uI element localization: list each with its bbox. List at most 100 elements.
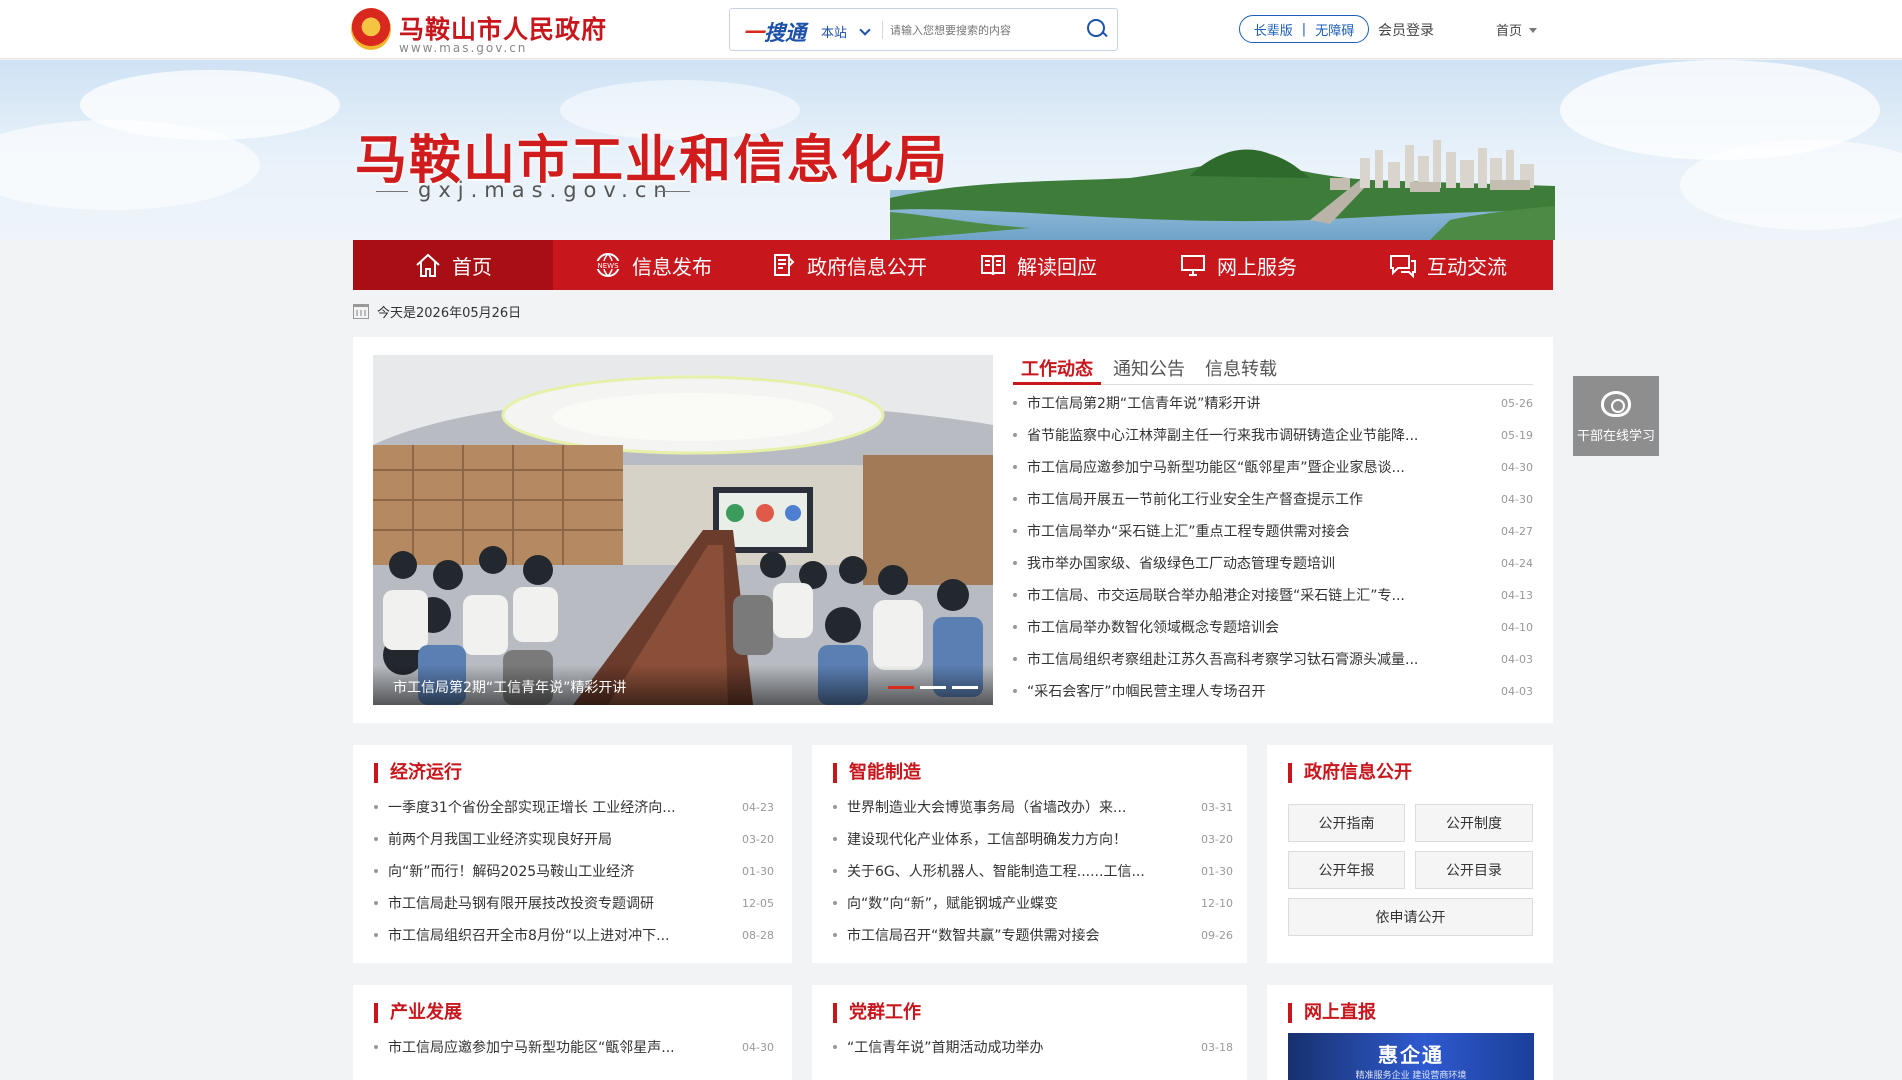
home-icon bbox=[416, 253, 440, 277]
tab-reprints[interactable]: 信息转载 bbox=[1197, 351, 1285, 385]
slider-dot[interactable] bbox=[920, 686, 946, 689]
today-date: 今天是2026年05月26日 bbox=[377, 306, 522, 321]
calendar-icon bbox=[353, 304, 369, 319]
list-item[interactable]: 市工信局应邀参加宁马新型功能区“甑邻星声”暨企业家恳谈... 04-30 bbox=[1013, 451, 1533, 483]
learning-icon bbox=[1601, 391, 1631, 417]
member-login-link[interactable]: 会员登录 bbox=[1378, 20, 1434, 40]
list-item[interactable]: 一季度31个省份全部实现正增长 工业经济向... 04-23 bbox=[374, 791, 774, 823]
chevron-down-icon bbox=[859, 24, 871, 36]
panel-title[interactable]: 智能制造 bbox=[833, 763, 921, 783]
search-scope-select[interactable]: 本站 bbox=[821, 22, 871, 41]
nav-item-interpretation[interactable]: 解读回应 bbox=[943, 240, 1133, 290]
open-system-button[interactable]: 公开制度 bbox=[1415, 804, 1533, 842]
list-item[interactable]: 市工信局组织召开全市8月份“以上进对冲下... 08-28 bbox=[374, 919, 774, 951]
search-brand-logo: 一搜通 bbox=[743, 21, 806, 45]
economy-list: 一季度31个省份全部实现正增长 工业经济向... 04-23 前两个月我国工业经济… bbox=[374, 791, 774, 951]
list-item[interactable]: 市工信局应邀参加宁马新型功能区“甑邻星声... 04-30 bbox=[374, 1031, 774, 1063]
industry-list: 市工信局应邀参加宁马新型功能区“甑邻星声... 04-30 bbox=[374, 1031, 774, 1063]
slider-dot[interactable] bbox=[888, 686, 914, 689]
panel-title[interactable]: 网上直报 bbox=[1288, 1003, 1376, 1023]
department-url: gxj.mas.gov.cn bbox=[418, 178, 674, 202]
list-item[interactable]: 市工信局召开“数智共赢”专题供需对接会 09-26 bbox=[833, 919, 1233, 951]
panel-title[interactable]: 产业发展 bbox=[374, 1003, 462, 1023]
site-url: www.mas.gov.cn bbox=[399, 41, 528, 55]
nav-item-online-service[interactable]: 网上服务 bbox=[1133, 240, 1343, 290]
gov-info-open-panel: 政府信息公开 公开指南 公开制度 公开年报 公开目录 依申请公开 bbox=[1267, 745, 1553, 963]
elder-mode-link[interactable]: 长辈版 bbox=[1254, 20, 1293, 39]
party-work-panel: 党群工作 “工信青年说”首期活动成功举办 03-18 bbox=[812, 985, 1247, 1080]
main-nav: 首页 NEWS 信息发布 政府信息公开 解读回应 网上服务 互动交流 bbox=[353, 240, 1553, 290]
list-item[interactable]: 市工信局、市交运局联合举办船港企对接暨“采石链上汇”专... 04-13 bbox=[1013, 579, 1533, 611]
panel-title[interactable]: 政府信息公开 bbox=[1288, 763, 1412, 783]
list-item[interactable]: 向“新”而行！解码2025马鞍山工业经济 01-30 bbox=[374, 855, 774, 887]
list-item[interactable]: 市工信局赴马钢有限开展技改投资专题调研 12-05 bbox=[374, 887, 774, 919]
apply-disclosure-button[interactable]: 依申请公开 bbox=[1288, 898, 1533, 936]
news-slider[interactable]: 市工信局第2期“工信青年说”精彩开讲 bbox=[373, 355, 993, 705]
list-item[interactable]: “工信青年说”首期活动成功举办 03-18 bbox=[833, 1031, 1233, 1063]
site-logo[interactable]: 马鞍山市人民政府 www.mas.gov.cn bbox=[351, 8, 606, 55]
slider-dots bbox=[888, 686, 978, 689]
accessibility-link[interactable]: 无障碍 bbox=[1315, 20, 1354, 39]
online-report-panel: 网上直报 惠企通 精准服务企业 建设营商环境 bbox=[1267, 985, 1553, 1080]
list-item[interactable]: 市工信局举办“采石链上汇”重点工程专题供需对接会 04-27 bbox=[1013, 515, 1533, 547]
slider-dot[interactable] bbox=[952, 686, 978, 689]
national-emblem-icon bbox=[351, 8, 391, 50]
pill-separator: | bbox=[1301, 21, 1307, 37]
list-item[interactable]: 前两个月我国工业经济实现良好开局 03-20 bbox=[374, 823, 774, 855]
list-item[interactable]: 关于6G、人形机器人、智能制造工程......工信... 01-30 bbox=[833, 855, 1233, 887]
svg-text:NEWS: NEWS bbox=[597, 262, 619, 270]
news-section: 市工信局第2期“工信青年说”精彩开讲 工作动态 通知公告 信息转载 市工信局第2… bbox=[353, 337, 1553, 723]
news-list: 市工信局第2期“工信青年说”精彩开讲 05-26 省节能监察中心江林萍副主任一行来… bbox=[1013, 387, 1533, 707]
chat-icon bbox=[1390, 255, 1416, 278]
slider-caption[interactable]: 市工信局第2期“工信青年说”精彩开讲 bbox=[373, 665, 993, 705]
home-dropdown[interactable]: 首页 bbox=[1496, 20, 1538, 39]
list-item[interactable]: 我市举办国家级、省级绿色工厂动态管理专题培训 04-24 bbox=[1013, 547, 1533, 579]
url-line-left bbox=[376, 191, 408, 192]
list-item[interactable]: 市工信局开展五一节前化工行业安全生产督查提示工作 04-30 bbox=[1013, 483, 1533, 515]
site-banner: 马鞍山市工业和信息化局 gxj.mas.gov.cn bbox=[0, 60, 1902, 240]
open-annual-report-button[interactable]: 公开年报 bbox=[1288, 851, 1405, 889]
panel-title[interactable]: 经济运行 bbox=[374, 763, 462, 783]
list-item[interactable]: “采石会客厅”巾帼民营主理人专场召开 04-03 bbox=[1013, 675, 1533, 707]
search-box: 一搜通 本站 bbox=[729, 8, 1118, 51]
elder-accessibility-toggle: 长辈版 | 无障碍 bbox=[1239, 15, 1369, 43]
huiqitong-banner[interactable]: 惠企通 精准服务企业 建设营商环境 bbox=[1288, 1033, 1534, 1080]
document-icon bbox=[774, 254, 795, 276]
nav-item-interaction[interactable]: 互动交流 bbox=[1343, 240, 1553, 290]
tab-work-news[interactable]: 工作动态 bbox=[1013, 351, 1101, 385]
list-item[interactable]: 省节能监察中心江林萍副主任一行来我市调研铸造企业节能降... 05-19 bbox=[1013, 419, 1533, 451]
panel-title[interactable]: 党群工作 bbox=[833, 1003, 921, 1023]
smart-manufacturing-panel: 智能制造 世界制造业大会博览事务局（省墙改办）来... 03-31 建设现代化产业… bbox=[812, 745, 1247, 963]
search-icon[interactable] bbox=[1085, 17, 1111, 43]
party-list: “工信青年说”首期活动成功举办 03-18 bbox=[833, 1031, 1233, 1063]
smart-list: 世界制造业大会博览事务局（省墙改办）来... 03-31 建设现代化产业体系，工信… bbox=[833, 791, 1233, 951]
city-skyline-image bbox=[890, 140, 1555, 240]
list-item[interactable]: 向“数”向“新”，赋能钢城产业蝶变 12-10 bbox=[833, 887, 1233, 919]
list-item[interactable]: 市工信局第2期“工信青年说”精彩开讲 05-26 bbox=[1013, 387, 1533, 419]
economy-panel: 经济运行 一季度31个省份全部实现正增长 工业经济向... 04-23 前两个月我… bbox=[353, 745, 792, 963]
list-item[interactable]: 世界制造业大会博览事务局（省墙改办）来... 03-31 bbox=[833, 791, 1233, 823]
list-item[interactable]: 市工信局举办数智化领域概念专题培训会 04-10 bbox=[1013, 611, 1533, 643]
nav-item-home[interactable]: 首页 bbox=[353, 240, 553, 290]
list-item[interactable]: 市工信局组织考察组赴江苏久吾高科考察学习钛石膏源头减量... 04-03 bbox=[1013, 643, 1533, 675]
news-tabs: 工作动态 通知公告 信息转载 bbox=[1013, 351, 1533, 385]
url-line-right bbox=[658, 191, 690, 192]
list-item[interactable]: 建设现代化产业体系，工信部明确发力方向！ 03-20 bbox=[833, 823, 1233, 855]
search-input[interactable] bbox=[890, 18, 1070, 42]
open-catalog-button[interactable]: 公开目录 bbox=[1415, 851, 1533, 889]
online-learning-label: 干部在线学习 bbox=[1576, 429, 1655, 444]
huiqitong-subtitle: 精准服务企业 建设营商环境 bbox=[1355, 1071, 1467, 1080]
news-icon: NEWS bbox=[595, 253, 621, 277]
tab-notices[interactable]: 通知公告 bbox=[1105, 351, 1193, 385]
meeting-photo bbox=[373, 355, 993, 705]
nav-item-news[interactable]: NEWS 信息发布 bbox=[553, 240, 753, 290]
online-learning-widget[interactable]: 干部在线学习 bbox=[1573, 376, 1659, 456]
book-icon bbox=[981, 255, 1005, 276]
monitor-icon bbox=[1181, 255, 1205, 276]
caret-down-icon bbox=[1529, 28, 1538, 33]
industry-panel: 产业发展 市工信局应邀参加宁马新型功能区“甑邻星声... 04-30 bbox=[353, 985, 792, 1080]
search-divider bbox=[882, 21, 883, 39]
date-bar: 今天是2026年05月26日 bbox=[353, 302, 521, 321]
open-guide-button[interactable]: 公开指南 bbox=[1288, 804, 1405, 842]
nav-item-gov-info[interactable]: 政府信息公开 bbox=[753, 240, 943, 290]
